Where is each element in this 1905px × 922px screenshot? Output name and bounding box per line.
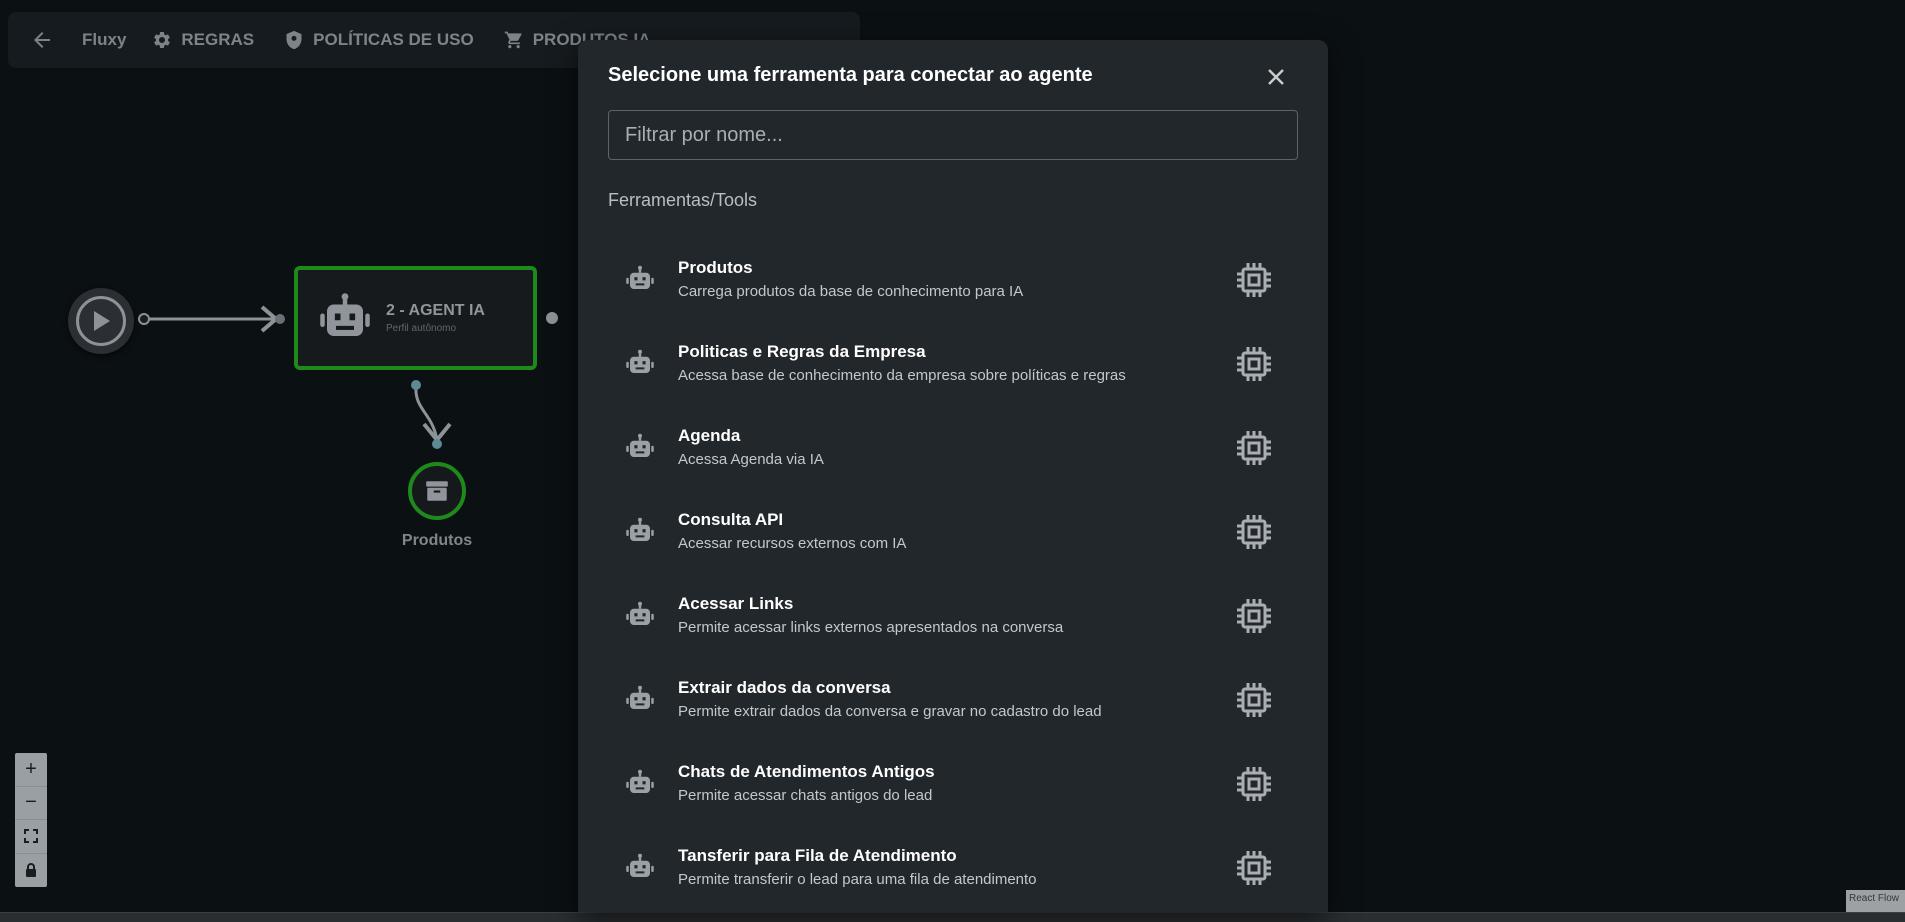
robot-icon	[320, 293, 370, 336]
arrow-left-icon	[34, 32, 50, 48]
tool-list: Produtos Carrega produtos da base de con…	[608, 243, 1298, 912]
start-node[interactable]	[68, 288, 134, 354]
robot-icon	[626, 601, 654, 625]
robot-icon	[626, 769, 654, 793]
chip-icon	[1237, 431, 1271, 465]
tool-description: Carrega produtos da base de conhecimento…	[678, 283, 1024, 300]
tool-list-item[interactable]: Tansferir para Fila de Atendimento Permi…	[608, 831, 1298, 912]
tool-list-item[interactable]: Politicas e Regras da Empresa Acessa bas…	[608, 327, 1298, 411]
robot-icon	[626, 265, 654, 289]
zoom-controls: + −	[15, 753, 47, 887]
shield-icon	[284, 30, 304, 50]
robot-icon	[626, 349, 654, 373]
tool-list-item[interactable]: Chats de Atendimentos Antigos Permite ac…	[608, 747, 1298, 831]
chip-icon	[1237, 347, 1271, 381]
robot-icon	[626, 685, 654, 709]
close-icon	[1268, 69, 1284, 85]
tool-name: Produtos	[678, 258, 753, 277]
chip-icon	[1237, 683, 1271, 717]
usage-policies-label: POLÍTICAS DE USO	[313, 30, 474, 49]
tool-name: Extrair dados da conversa	[678, 678, 891, 697]
tool-description: Acessa Agenda via IA	[678, 451, 824, 468]
section-label: Ferramentas/Tools	[608, 190, 758, 210]
cart-icon	[504, 30, 524, 50]
tool-selection-modal: Selecione uma ferramenta para conectar a…	[578, 40, 1328, 912]
robot-icon	[626, 517, 654, 541]
zoom-in-button[interactable]: +	[15, 753, 47, 787]
agent-node[interactable]: 2 - AGENT IA Perfil autônomo	[294, 266, 537, 370]
agent-node-title: 2 - AGENT IA	[386, 302, 485, 319]
products-node-label: Produtos	[401, 532, 473, 549]
tool-name: Tansferir para Fila de Atendimento	[678, 846, 957, 865]
tool-name: Consulta API	[678, 510, 784, 529]
zoom-out-button[interactable]: −	[15, 787, 47, 820]
tool-list-item[interactable]: Agenda Acessa Agenda via IA	[608, 411, 1298, 495]
tool-list-item[interactable]: Consulta API Acessar recursos externos c…	[608, 495, 1298, 579]
play-icon	[94, 311, 110, 331]
filter-input[interactable]	[608, 110, 1298, 160]
rules-button[interactable]: REGRAS	[152, 12, 254, 68]
archive-icon	[426, 481, 448, 501]
tool-description: Permite transferir o lead para uma fila …	[678, 871, 1037, 888]
lock-button[interactable]	[15, 854, 47, 888]
fullscreen-icon	[24, 829, 38, 844]
fit-view-button[interactable]	[15, 820, 47, 854]
bottom-bar	[0, 912, 1905, 922]
chip-icon	[1237, 263, 1271, 297]
lock-icon	[26, 863, 36, 878]
modal-title: Selecione uma ferramenta para conectar a…	[608, 64, 1093, 86]
agent-node-subtitle: Perfil autônomo	[386, 323, 457, 334]
robot-icon	[626, 433, 654, 457]
chip-icon	[1237, 851, 1271, 885]
brand-name: Fluxy	[82, 30, 127, 49]
tool-name: Agenda	[678, 426, 741, 445]
gear-icon	[152, 30, 172, 50]
close-button[interactable]	[1261, 62, 1291, 92]
chip-icon	[1237, 599, 1271, 633]
tool-description: Acessa base de conhecimento da empresa s…	[678, 367, 1126, 384]
tool-description: Permite acessar chats antigos do lead	[678, 787, 933, 804]
tool-list-item[interactable]: Produtos Carrega produtos da base de con…	[608, 243, 1298, 327]
tool-description: Permite acessar links externos apresenta…	[678, 619, 1064, 636]
usage-policies-button[interactable]: POLÍTICAS DE USO	[284, 12, 474, 68]
tool-list-item[interactable]: Acessar Links Permite acessar links exte…	[608, 579, 1298, 663]
tool-name: Acessar Links	[678, 594, 794, 613]
products-tool-node[interactable]	[408, 462, 466, 520]
chip-icon	[1237, 767, 1271, 801]
tool-list-item[interactable]: Extrair dados da conversa Permite extrai…	[608, 663, 1298, 747]
rules-label: REGRAS	[181, 30, 255, 49]
tool-description: Acessar recursos externos com IA	[678, 535, 907, 552]
chip-icon	[1237, 515, 1271, 549]
robot-icon	[626, 853, 654, 877]
back-button[interactable]	[30, 12, 54, 68]
tool-name: Politicas e Regras da Empresa	[678, 342, 926, 361]
tool-name: Chats de Atendimentos Antigos	[678, 762, 935, 781]
tool-description: Permite extrair dados da conversa e grav…	[678, 703, 1102, 720]
